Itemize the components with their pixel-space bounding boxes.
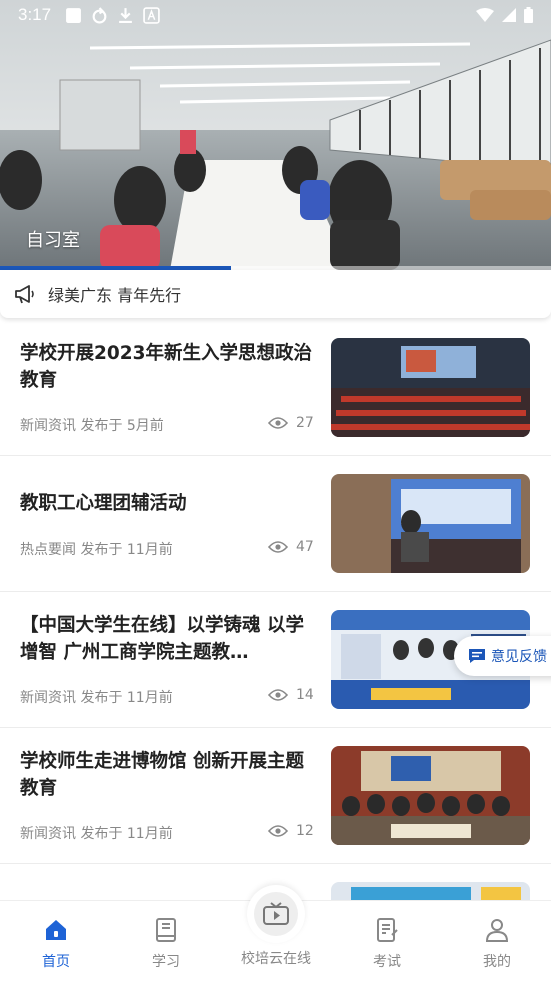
news-date: 发布于 11月前 xyxy=(80,826,173,842)
news-category: 新闻资讯 xyxy=(20,826,76,842)
notice-text: 绿美广东 青年先行 xyxy=(48,286,182,305)
download-icon xyxy=(119,7,132,23)
news-card[interactable]: 学校师生走进博物馆 创新开展主题教育 新闻资讯 发布于 11月前 12 xyxy=(0,728,551,864)
view-count-value: 14 xyxy=(296,687,314,703)
tab-study-label: 学习 xyxy=(152,954,180,970)
news-meta: 新闻资讯 发布于 5月前 xyxy=(20,415,164,435)
a-box-icon xyxy=(143,6,160,24)
view-count-value: 12 xyxy=(296,823,314,839)
chat-bubble-icon xyxy=(469,649,485,663)
news-date: 发布于 11月前 xyxy=(80,542,173,558)
center-tab-circle xyxy=(247,885,305,943)
banner-image xyxy=(0,0,551,270)
bottom-tab-bar: 首页 学习 校培云在线 考试 我的 xyxy=(0,885,551,981)
tv-play-icon xyxy=(263,902,289,925)
view-count: 27 xyxy=(268,415,314,431)
tab-home[interactable]: 首页 xyxy=(11,917,101,971)
app-square-icon xyxy=(66,7,82,23)
news-title: 学校开展2023年新生入学思想政治教育 xyxy=(20,343,312,391)
megaphone-icon xyxy=(15,285,34,304)
battery-icon xyxy=(524,7,533,23)
book-icon xyxy=(156,918,176,942)
news-thumbnail xyxy=(331,474,530,573)
tab-home-label: 首页 xyxy=(42,954,70,970)
news-date: 发布于 11月前 xyxy=(80,690,173,706)
view-count: 14 xyxy=(268,687,314,703)
tab-exam-label: 考试 xyxy=(373,954,401,970)
tab-online-training[interactable]: 校培云在线 xyxy=(230,885,322,968)
news-meta: 新闻资讯 发布于 11月前 xyxy=(20,823,173,843)
eye-icon xyxy=(268,541,288,553)
news-title: 【中国大学生在线】以学铸魂 以学增智 广州工商学院主题教… xyxy=(20,615,304,663)
view-count: 12 xyxy=(268,823,314,839)
news-category: 热点要闻 xyxy=(20,542,76,558)
signal-icon xyxy=(502,8,516,22)
tab-online-training-label: 校培云在线 xyxy=(241,951,311,967)
news-title: 学校师生走进博物馆 创新开展主题教育 xyxy=(20,751,304,799)
eye-icon xyxy=(268,825,288,837)
center-tab-inner xyxy=(254,892,298,936)
view-count-value: 27 xyxy=(296,415,314,431)
tab-exam[interactable]: 考试 xyxy=(342,917,432,971)
feedback-label: 意见反馈 xyxy=(491,649,547,665)
news-card[interactable]: 教职工心理团辅活动 热点要闻 发布于 11月前 47 xyxy=(0,456,551,592)
exam-paper-icon xyxy=(377,918,398,942)
view-count-value: 47 xyxy=(296,539,314,555)
user-icon xyxy=(485,919,509,942)
news-title: 教职工心理团辅活动 xyxy=(20,493,187,514)
eye-icon xyxy=(268,417,288,429)
sync-icon xyxy=(92,6,107,23)
feedback-button[interactable]: 意见反馈 xyxy=(454,636,551,676)
news-date: 发布于 5月前 xyxy=(80,418,164,434)
news-meta: 新闻资讯 发布于 11月前 xyxy=(20,687,173,707)
news-thumbnail xyxy=(331,338,530,437)
app-screen: 3:17 自习室 绿美广东 青年先行 学校开展2023年新生入学思想政治教育 新… xyxy=(0,0,551,981)
home-icon xyxy=(46,920,66,940)
status-bar: 3:17 xyxy=(0,0,551,30)
view-count: 47 xyxy=(268,539,314,555)
news-category: 新闻资讯 xyxy=(20,690,76,706)
tab-mine-label: 我的 xyxy=(483,954,511,970)
news-card[interactable]: 学校开展2023年新生入学思想政治教育 新闻资讯 发布于 5月前 27 xyxy=(0,320,551,456)
news-meta: 热点要闻 发布于 11月前 xyxy=(20,539,173,559)
news-category: 新闻资讯 xyxy=(20,418,76,434)
news-thumbnail xyxy=(331,746,530,845)
tab-study[interactable]: 学习 xyxy=(121,917,211,971)
eye-icon xyxy=(268,689,288,701)
banner-caption: 自习室 xyxy=(26,230,80,251)
notice-bar[interactable]: 绿美广东 青年先行 xyxy=(0,270,551,318)
tab-mine[interactable]: 我的 xyxy=(452,917,542,971)
banner-carousel[interactable] xyxy=(0,0,551,270)
status-time: 3:17 xyxy=(18,5,52,24)
wifi-icon xyxy=(476,8,494,22)
